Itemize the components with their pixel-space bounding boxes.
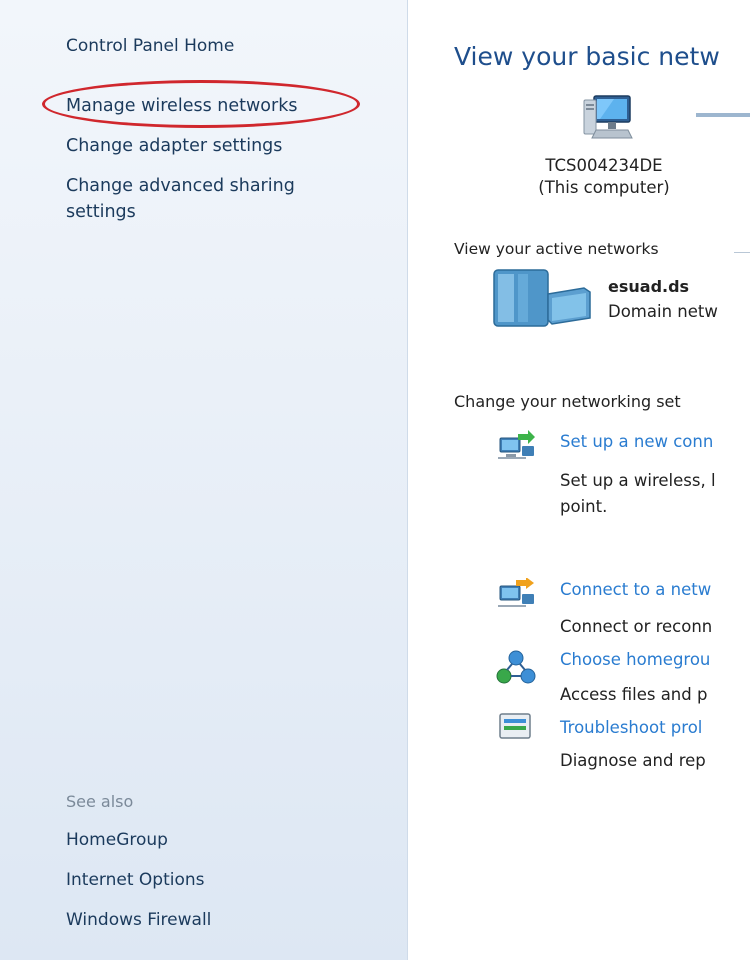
setup-connection-link[interactable]: Set up a new conn xyxy=(560,432,713,451)
connect-network-link[interactable]: Connect to a netw xyxy=(560,580,711,599)
domain-network-icon xyxy=(492,266,592,334)
change-adapter-settings-link[interactable]: Change adapter settings xyxy=(66,134,282,158)
network-name: esuad.ds xyxy=(608,277,690,296)
computer-icon[interactable] xyxy=(582,90,634,148)
control-panel-home-link[interactable]: Control Panel Home xyxy=(66,34,234,58)
manage-wireless-networks-link[interactable]: Manage wireless networks xyxy=(66,94,297,118)
internet-options-link[interactable]: Internet Options xyxy=(66,870,205,890)
page-title: View your basic netw xyxy=(454,42,720,71)
troubleshoot-link[interactable]: Troubleshoot prol xyxy=(560,718,702,737)
setup-connection-desc-cont: point. xyxy=(560,497,608,516)
troubleshoot-desc: Diagnose and rep xyxy=(560,751,706,770)
task-pane: Control Panel Home Manage wireless netwo… xyxy=(0,0,408,960)
section-divider xyxy=(734,252,750,253)
computer-subtitle: (This computer) xyxy=(538,178,670,197)
setup-connection-desc: Set up a wireless, l xyxy=(560,471,716,490)
homegroup-link[interactable]: HomeGroup xyxy=(66,830,168,850)
change-advanced-sharing-link-cont[interactable]: settings xyxy=(66,200,136,224)
change-settings-label: Change your networking set xyxy=(454,392,681,411)
network-type-link[interactable]: Domain netw xyxy=(608,302,718,321)
choose-homegroup-desc: Access files and p xyxy=(560,685,708,704)
active-networks-label: View your active networks xyxy=(454,240,659,258)
network-map-connector xyxy=(696,113,750,117)
setup-connection-icon xyxy=(496,430,536,468)
troubleshoot-icon xyxy=(496,712,536,748)
main-content: View your basic netw TCS004234DE (This c… xyxy=(408,0,750,960)
computer-name: TCS004234DE xyxy=(545,156,663,175)
windows-firewall-link[interactable]: Windows Firewall xyxy=(66,910,211,930)
see-also-heading: See also xyxy=(66,792,134,811)
connect-network-icon xyxy=(496,577,536,616)
homegroup-icon xyxy=(496,650,536,690)
choose-homegroup-link[interactable]: Choose homegrou xyxy=(560,650,710,669)
connect-network-desc: Connect or reconn xyxy=(560,617,713,636)
change-advanced-sharing-link[interactable]: Change advanced sharing xyxy=(66,174,295,198)
